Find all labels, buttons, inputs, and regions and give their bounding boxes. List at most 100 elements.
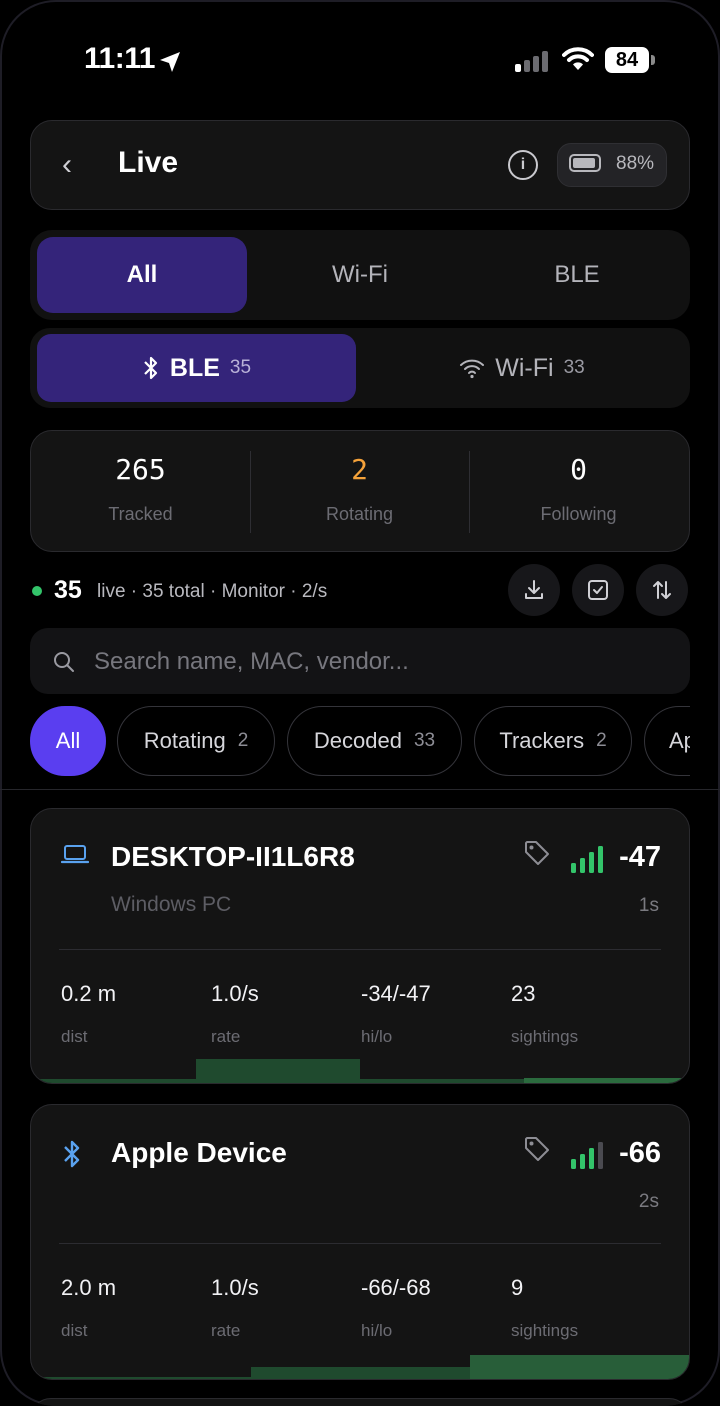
filter-chips: All Rotating 2 Decoded 33 Trackers 2 Ap xyxy=(0,706,690,778)
metric-sightings: 9 sightings xyxy=(511,1275,651,1341)
battery-tip xyxy=(651,55,655,65)
device-card-peek[interactable] xyxy=(30,1398,690,1406)
spark-bar xyxy=(360,1079,524,1083)
bluetooth-icon xyxy=(144,356,158,380)
last-seen: 1s xyxy=(638,895,659,916)
metric-rate-value: 1.0/s xyxy=(211,1275,259,1300)
battery-indicator: 84 xyxy=(605,47,649,73)
radio-tab-ble[interactable]: BLE 35 xyxy=(37,334,356,402)
laptop-icon xyxy=(61,845,89,864)
metric-sightings-label: sightings xyxy=(511,1321,579,1340)
radio-tab-wifi-label: Wi-Fi xyxy=(495,354,554,382)
stat-following-value: 0 xyxy=(570,453,587,486)
device-card[interactable]: DESKTOP-II1L6R8 Windows PC -47 1s 0.2 m … xyxy=(30,808,690,1084)
stat-rotating-value: 2 xyxy=(351,453,368,486)
stat-rotating: 2 Rotating xyxy=(250,431,469,525)
chip-all[interactable]: All xyxy=(30,706,106,776)
metric-rate-label: rate xyxy=(211,1321,241,1340)
info-icon[interactable]: i xyxy=(508,150,538,180)
rssi-value: -66 xyxy=(619,1137,661,1169)
metric-dist-label: dist xyxy=(61,1321,88,1340)
live-count: 35 xyxy=(54,576,82,604)
spark-bar xyxy=(31,1377,251,1379)
chip-decoded[interactable]: Decoded 33 xyxy=(287,706,462,776)
chip-rotating-label: Rotating xyxy=(143,728,226,753)
stats-card: 265 Tracked 2 Rotating 0 Following xyxy=(30,430,690,552)
location-arrow-icon xyxy=(160,52,180,72)
checkbox-icon xyxy=(588,580,608,600)
status-bar: 11:11 84 xyxy=(0,0,720,110)
chip-apple-label: Ap xyxy=(669,728,690,753)
radio-tab-wifi[interactable]: Wi-Fi 33 xyxy=(360,334,684,402)
stat-following: 0 Following xyxy=(469,431,688,525)
metric-sightings-value: 9 xyxy=(511,1275,524,1300)
metric-rate-label: rate xyxy=(211,1027,241,1046)
metric-dist-value: 2.0 m xyxy=(61,1275,117,1300)
live-status-dot xyxy=(32,586,42,596)
chip-rotating[interactable]: Rotating 2 xyxy=(117,706,275,776)
back-chevron-icon[interactable]: ‹ xyxy=(62,148,72,182)
card-divider xyxy=(59,1243,661,1244)
download-button[interactable] xyxy=(508,564,560,616)
spark-bar xyxy=(251,1367,470,1379)
metric-hilo-value: -34/-47 xyxy=(361,981,431,1006)
live-summary-text: live · 35 total · Monitor · 2/s xyxy=(97,581,328,602)
metric-hilo-label: hi/lo xyxy=(361,1027,393,1046)
metric-rate: 1.0/s rate xyxy=(211,981,351,1047)
metric-hilo-value: -66/-68 xyxy=(361,1275,431,1300)
search-bar xyxy=(30,628,690,694)
device-name: DESKTOP-II1L6R8 xyxy=(111,841,355,872)
download-icon xyxy=(525,580,543,599)
last-seen: 2s xyxy=(638,1191,659,1212)
select-button[interactable] xyxy=(572,564,624,616)
metric-hilo: -66/-68 hi/lo xyxy=(361,1275,501,1341)
chip-decoded-count: 33 xyxy=(413,730,436,751)
chip-trackers[interactable]: Trackers 2 xyxy=(474,706,632,776)
tag-icon[interactable] xyxy=(523,1135,551,1163)
list-divider xyxy=(0,789,720,790)
metric-rate-value: 1.0/s xyxy=(211,981,259,1006)
metric-hilo-label: hi/lo xyxy=(361,1321,393,1340)
stat-tracked: 265 Tracked xyxy=(31,431,250,525)
sort-button[interactable] xyxy=(636,564,688,616)
tab-all[interactable]: All xyxy=(37,237,247,313)
metric-hilo: -34/-47 hi/lo xyxy=(361,981,501,1047)
status-time: 11:11 xyxy=(84,42,155,75)
chip-decoded-label: Decoded xyxy=(313,728,402,753)
spark-bar xyxy=(196,1059,360,1083)
radio-tab-wifi-count: 33 xyxy=(563,357,585,378)
radio-tabs: BLE 35 Wi-Fi 33 xyxy=(30,328,690,408)
tab-wifi[interactable]: Wi-Fi xyxy=(252,237,468,313)
sort-icon xyxy=(653,581,671,599)
metric-dist-label: dist xyxy=(61,1027,88,1046)
device-card[interactable]: Apple Device -66 2s 2.0 m dist 1.0/s rat… xyxy=(30,1104,690,1380)
spark-bar xyxy=(31,1079,196,1083)
metric-sightings: 23 sightings xyxy=(511,981,651,1047)
chip-trackers-count: 2 xyxy=(596,730,607,751)
signal-bars-icon xyxy=(571,1142,603,1169)
wifi-status-icon xyxy=(562,47,594,70)
metric-rate: 1.0/s rate xyxy=(211,1275,351,1341)
cellular-signal-icon xyxy=(515,51,548,72)
chip-trackers-label: Trackers xyxy=(499,728,585,753)
radio-tab-ble-count: 35 xyxy=(229,357,252,378)
rssi-sparkline xyxy=(31,1055,689,1083)
card-divider xyxy=(59,949,661,950)
chip-apple[interactable]: Ap xyxy=(644,706,690,776)
signal-bars-icon xyxy=(571,846,603,873)
search-icon xyxy=(54,652,74,672)
mode-tabs: All Wi-Fi BLE xyxy=(30,230,690,320)
bluetooth-icon xyxy=(64,1140,80,1168)
metric-sightings-label: sightings xyxy=(511,1027,579,1046)
chip-rotating-count: 2 xyxy=(237,730,249,751)
battery-icon xyxy=(569,154,601,172)
search-input[interactable] xyxy=(92,640,656,684)
rssi-sparkline xyxy=(31,1351,689,1379)
rssi-value: -47 xyxy=(619,841,661,873)
metric-dist: 2.0 m dist xyxy=(61,1275,201,1341)
spark-bar xyxy=(470,1355,689,1379)
tag-icon[interactable] xyxy=(523,839,551,867)
tab-ble[interactable]: BLE xyxy=(470,237,684,313)
live-summary-row: 35 live · 35 total · Monitor · 2/s xyxy=(30,564,690,616)
device-name: Apple Device xyxy=(111,1137,287,1168)
